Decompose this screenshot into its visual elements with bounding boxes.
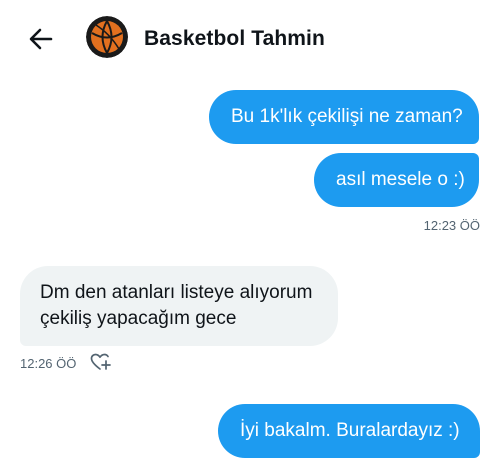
message-text: İyi bakalm. Buralardayız :) (240, 420, 460, 441)
message-text: asıl mesele o :) (336, 169, 465, 190)
message-timestamp: 12:26 ÖÖ (20, 356, 77, 371)
message-bubble[interactable]: asıl mesele o :) (314, 153, 479, 207)
conversation-title[interactable]: Basketbol Tahmin (144, 27, 325, 51)
back-button[interactable] (24, 22, 58, 56)
avatar[interactable] (86, 16, 128, 58)
message-timestamp: 12:23 ÖÖ (423, 218, 480, 233)
message-text-line: Dm den atanları listeye alıyorum (40, 282, 313, 303)
message-bubble[interactable]: İyi bakalm. Buralardayız :) (218, 404, 480, 458)
heart-plus-icon (90, 353, 111, 370)
arrow-left-icon (29, 28, 53, 50)
add-reaction-button[interactable] (89, 351, 111, 373)
conversation-header: Basketbol Tahmin (0, 0, 500, 76)
message-bubble[interactable]: Dm den atanları listeye alıyorum çekiliş… (20, 266, 338, 346)
message-bubble[interactable]: Bu 1k'lık çekilişi ne zaman? (209, 90, 479, 144)
basketball-icon (86, 16, 128, 58)
message-text-line: çekiliş yapacağım gece (40, 308, 237, 329)
message-text: Bu 1k'lık çekilişi ne zaman? (231, 106, 463, 127)
